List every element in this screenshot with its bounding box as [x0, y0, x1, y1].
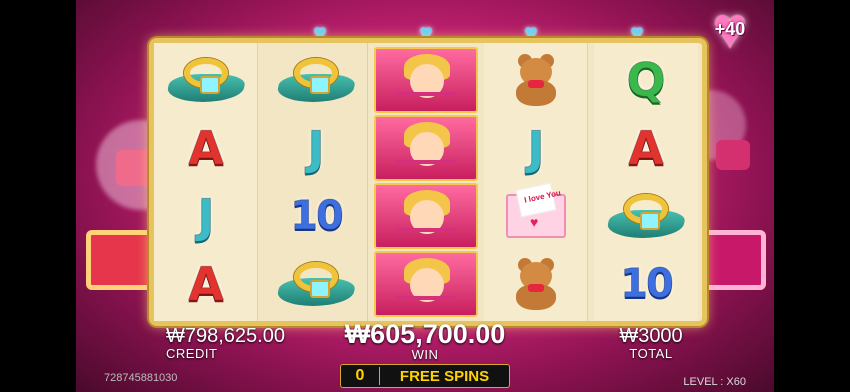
envelope-icon: ♥ I love You	[506, 182, 566, 238]
cupid-icon	[396, 188, 456, 244]
ring-icon	[274, 256, 358, 312]
ring-icon	[604, 188, 688, 244]
symbol-a: A	[594, 115, 698, 181]
symbol-text: A	[188, 257, 225, 311]
cupid-symbol	[374, 251, 478, 317]
cupid-icon	[396, 256, 456, 312]
symbol-10: 10	[594, 251, 698, 317]
symbol-text: 10	[290, 193, 345, 239]
reels-frame: AJA J 10 J ♥ I love You Q A 10	[149, 38, 707, 326]
gift-box-decoration	[716, 140, 750, 170]
cupid-symbol	[374, 115, 478, 181]
teddy-bear-icon	[510, 256, 562, 312]
bonus-heart-counter[interactable]: ♥ +40	[698, 0, 762, 58]
teddy-bear-symbol	[484, 47, 588, 113]
teddy-bear-symbol	[484, 251, 588, 317]
ring-symbol	[264, 47, 368, 113]
ring-symbol	[594, 183, 698, 249]
symbol-text: A	[628, 121, 665, 175]
total-value: ₩3000	[619, 325, 683, 347]
symbol-a: A	[154, 251, 258, 317]
ring-icon	[164, 52, 248, 108]
free-spins-panel: 0 FREE SPINS	[340, 364, 510, 388]
win-display: ₩605,700.00 WIN	[340, 320, 510, 362]
love-letter-symbol: ♥ I love You	[484, 182, 588, 249]
bonus-value: +40	[714, 18, 746, 39]
free-spins-label: FREE SPINS	[399, 367, 490, 385]
symbol-text: J	[307, 121, 325, 175]
symbol-j: J	[484, 115, 588, 181]
symbol-10: 10	[264, 183, 368, 249]
reel-4: J ♥ I love You	[484, 43, 588, 321]
cupid-icon	[396, 120, 456, 176]
credit-display: ₩798,625.00 CREDIT	[166, 325, 285, 361]
ring-symbol	[264, 251, 368, 317]
symbol-text: J	[527, 121, 545, 175]
ring-icon	[274, 52, 358, 108]
free-spins-count: 0	[355, 367, 365, 384]
reel-3	[374, 43, 478, 321]
reel-5: Q A 10	[594, 43, 698, 321]
win-label: WIN	[411, 347, 439, 362]
symbol-text: J	[197, 189, 215, 243]
ring-symbol	[154, 47, 258, 113]
teddy-bear-icon	[510, 52, 562, 108]
symbol-a: A	[154, 115, 258, 181]
win-value: ₩605,700.00	[344, 319, 506, 349]
credit-value: ₩798,625.00	[166, 325, 285, 347]
cupid-symbol	[374, 47, 478, 113]
symbol-q: Q	[594, 47, 698, 113]
game-id: 728745881030	[104, 372, 178, 384]
symbol-text: Q	[626, 53, 666, 107]
symbol-text: A	[188, 121, 225, 175]
total-bet-display[interactable]: ₩3000 TOTAL	[616, 325, 686, 361]
symbol-j: J	[264, 115, 368, 181]
gift-box-decoration	[86, 230, 156, 290]
credit-label: CREDIT	[166, 346, 218, 361]
cupid-icon	[396, 52, 456, 108]
reel-2: J 10	[264, 43, 368, 321]
cupid-symbol	[374, 183, 478, 249]
symbol-text: 10	[620, 261, 675, 307]
level-indicator: LEVEL : X60	[683, 376, 746, 388]
symbol-j: J	[154, 183, 258, 249]
total-label: TOTAL	[629, 346, 673, 361]
reel-1: AJA	[154, 43, 258, 321]
game-scene: ♥ ♥ ♥ ♥ ♥ +40 AJA J 10 J ♥ I love You Q A 10 …	[76, 0, 774, 392]
